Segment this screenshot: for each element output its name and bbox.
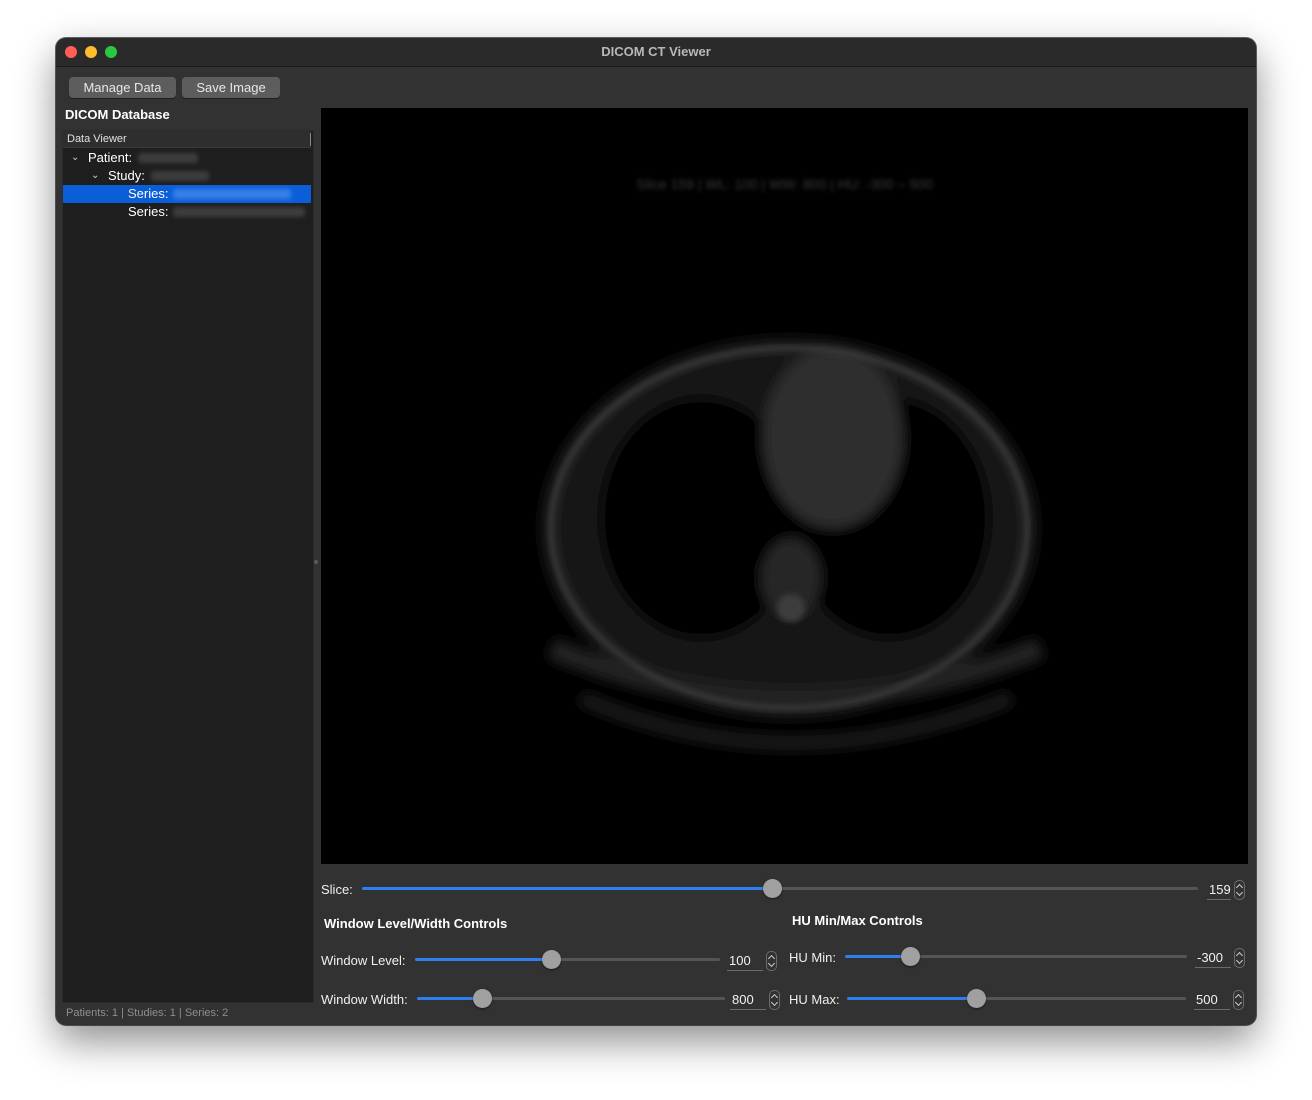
hu-max-slider[interactable] [847,988,1186,1008]
slider-handle[interactable] [763,879,782,898]
slice-spinbox[interactable]: 159 [1207,880,1245,900]
slice-value[interactable]: 159 [1207,881,1231,900]
window-width-slider[interactable] [417,988,725,1008]
hu-min-value[interactable]: -300 [1195,949,1231,968]
app-window: DICOM CT Viewer Manage Data Save Image D… [56,38,1256,1025]
tree-item-series-selected[interactable]: Series: [63,185,311,203]
tree-item-label: Study: [108,168,145,183]
hu-min-spinbox[interactable]: -300 [1195,948,1245,968]
redacted-value [138,153,198,163]
slider-handle[interactable] [901,947,920,966]
redacted-value [151,171,209,181]
ct-image-viewer[interactable]: Slice 159 | WL: 100 | WW: 800 | HU: -300… [321,108,1248,864]
tree-item-patient[interactable]: ⌄ Patient: [63,149,311,167]
chevron-down-icon[interactable]: ⌄ [91,167,99,185]
tree-item-study[interactable]: ⌄ Study: [63,167,311,185]
window-level-spinbox[interactable]: 100 [727,951,777,971]
chevron-down-icon[interactable]: ⌄ [71,149,79,167]
dicom-database-title: DICOM Database [65,107,170,122]
wl-controls-title: Window Level/Width Controls [324,916,508,931]
title-bar[interactable]: DICOM CT Viewer [56,38,1256,67]
redacted-value [173,207,305,217]
hu-max-value[interactable]: 500 [1194,991,1230,1010]
window-level-label: Window Level: [321,953,406,968]
window-width-value[interactable]: 800 [730,991,766,1010]
slice-label: Slice: [321,882,353,897]
hu-max-label: HU Max: [789,992,840,1007]
hu-min-slider[interactable] [845,946,1187,966]
splitter-handle[interactable] [314,560,318,564]
redacted-value [173,189,291,199]
slider-handle[interactable] [967,989,986,1008]
slider-fill [362,887,772,890]
status-text: Patients: 1 | Studies: 1 | Series: 2 [66,1007,229,1019]
manage-data-button[interactable]: Manage Data [69,77,176,98]
stepper-arrows-icon[interactable] [769,990,780,1010]
window-width-spinbox[interactable]: 800 [730,990,780,1010]
window-title: DICOM CT Viewer [601,44,711,59]
slider-handle[interactable] [473,989,492,1008]
slider-handle[interactable] [542,950,561,969]
hu-controls-title: HU Min/Max Controls [792,913,923,928]
hu-max-spinbox[interactable]: 500 [1194,990,1244,1010]
stepper-arrows-icon[interactable] [766,951,777,971]
window-level-value[interactable]: 100 [727,952,763,971]
tree-item-label: Series: [128,186,169,201]
hu-min-label: HU Min: [789,950,836,965]
slider-fill [415,958,551,961]
stepper-arrows-icon[interactable] [1234,948,1245,968]
tree-item-label: Series: [128,204,169,219]
tree-item-label: Patient: [88,150,133,165]
window-width-label: Window Width: [321,992,408,1007]
save-image-button[interactable]: Save Image [182,77,280,98]
window-level-slider[interactable] [415,949,720,969]
tree-column-header[interactable]: Data Viewer [63,131,311,148]
stepper-arrows-icon[interactable] [1233,990,1244,1010]
slider-fill [847,997,976,1000]
ct-slice-image [541,338,1046,750]
stepper-arrows-icon[interactable] [1234,880,1245,900]
tree-item-series[interactable]: Series: [63,203,311,221]
dicom-tree-view[interactable]: Data Viewer ⌄ Patient: ⌄ Study: Series: … [62,130,314,1003]
slice-slider[interactable] [362,878,1198,898]
